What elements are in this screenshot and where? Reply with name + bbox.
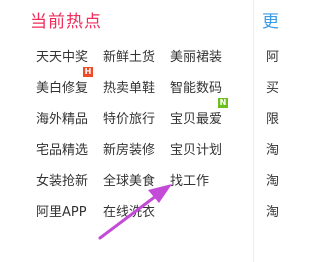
new-badge: N	[218, 98, 228, 108]
link-meili-qunzhuang[interactable]: 美丽裙装	[170, 46, 222, 65]
column-divider	[253, 0, 254, 262]
link-haiwai-jingpin[interactable]: 海外精品	[36, 108, 88, 127]
next-section-link-fragment[interactable]: 淘	[266, 139, 279, 158]
link-xinfang-zhuangxiu[interactable]: 新房装修	[103, 139, 155, 158]
hot-badge: H	[83, 67, 93, 77]
next-section-link-fragment[interactable]: 限	[266, 108, 279, 127]
link-tejia-lvxing[interactable]: 特价旅行	[103, 108, 155, 127]
link-nvzhuang-qiangxin[interactable]: 女装抢新	[36, 170, 88, 189]
next-section-link-fragment[interactable]: 淘	[266, 170, 279, 189]
link-remai-danxie[interactable]: 热卖单鞋	[103, 77, 155, 96]
next-section-link-fragment[interactable]: 淘	[266, 201, 279, 220]
link-zhineng-shuma[interactable]: 智能数码	[170, 77, 222, 96]
next-section-title-fragment: 更	[262, 12, 279, 32]
link-quanqiu-meishi[interactable]: 全球美食	[103, 170, 155, 189]
section-title: 当前热点	[30, 12, 102, 32]
link-zaixian-xiyi[interactable]: 在线洗衣	[103, 201, 155, 220]
link-baobei-jihua[interactable]: 宝贝计划	[170, 139, 222, 158]
link-xinxian-tuhuo[interactable]: 新鲜土货	[103, 46, 155, 65]
link-tiantian-zhongjiang[interactable]: 天天中奖	[36, 46, 88, 65]
link-ali-app[interactable]: 阿里APP	[36, 201, 87, 220]
next-section-link-fragment[interactable]: 买	[266, 77, 279, 96]
link-zhaipin-jingxuan[interactable]: 宅品精选	[36, 139, 88, 158]
hot-topics-panel: 当前热点 天天中奖 新鲜土货 美丽裙装 美白修复 H 热卖单鞋 智能数码 海外精…	[0, 0, 253, 262]
link-zhao-gongzuo[interactable]: 找工作	[170, 170, 209, 189]
link-baobei-zuiai[interactable]: 宝贝最爱	[170, 108, 222, 127]
next-section-link-fragment[interactable]: 阿	[266, 46, 279, 65]
link-meibai-xiufu[interactable]: 美白修复	[36, 77, 88, 96]
